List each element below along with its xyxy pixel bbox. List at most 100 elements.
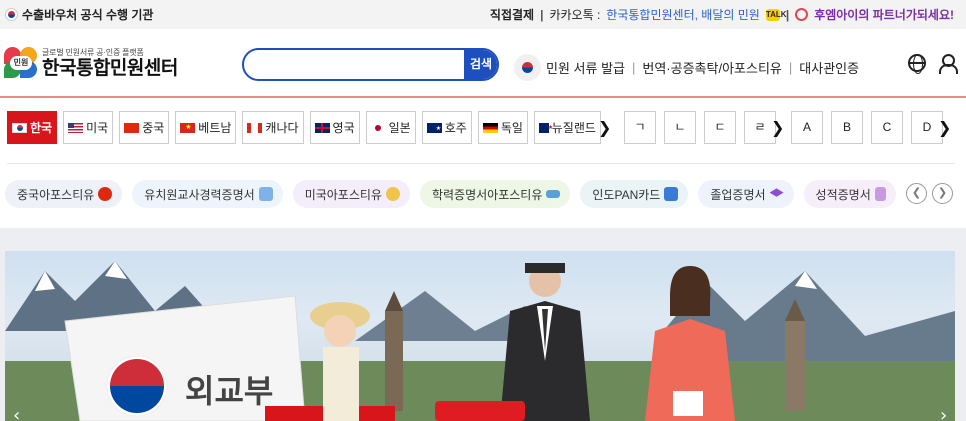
germany-flag-icon (482, 122, 498, 133)
country-label: 영국 (332, 121, 355, 135)
site-logo[interactable]: 민원 글로벌 민원서류 공·인증 플랫폼 한국통합민원센터 (4, 47, 178, 79)
user-icon[interactable] (938, 54, 958, 74)
alpha-next-arrow-icon[interactable]: ❯ (938, 118, 951, 138)
svg-text:‹: ‹ (13, 405, 20, 421)
header-menu: 민원 서류 발급 | 번역·공증촉탁/아포스티유 | 대사관인증 (514, 54, 859, 81)
chip-kindergarten-career-cert[interactable]: 유치원교사경력증명서 (132, 180, 283, 208)
whoami-search-icon (795, 8, 809, 21)
export-voucher-notice: 수출바우처 공식 수행 기관 (5, 6, 153, 23)
country-next-arrow-icon[interactable]: ❯ (598, 118, 611, 138)
search-button[interactable]: 검색 (464, 50, 497, 79)
chip-graduation-cert[interactable]: 졸업증명서 (698, 180, 794, 208)
graduation-cap-icon (769, 188, 784, 197)
banner-illustration: ‹ › (5, 261, 955, 421)
top-notice-bar: 수출바우처 공식 수행 기관 직접결제 | 카카오톡 : 한국통합민원센터, 배… (0, 0, 966, 29)
chips-prev-button[interactable]: ❮ (906, 183, 927, 204)
chips-next-button[interactable]: ❯ (932, 183, 953, 204)
country-label: 호주 (444, 121, 467, 135)
index-hangul-n[interactable]: ㄴ (664, 111, 696, 144)
country-tab-germany[interactable]: 독일 (477, 111, 528, 144)
country-label: 독일 (500, 121, 523, 135)
country-label: 캐나다 (265, 121, 299, 135)
japan-flag-icon (370, 122, 386, 133)
country-tab-canada[interactable]: 캐나다 (242, 111, 304, 144)
chip-transcript[interactable]: 성적증명서 (803, 180, 896, 208)
index-alpha-c[interactable]: C (871, 111, 903, 144)
kakao-link[interactable]: 한국통합민원센터, 배달의 민원 (606, 6, 760, 23)
country-tab-australia[interactable]: ★ 호주 (421, 111, 472, 144)
chip-diploma-apostille[interactable]: 학력증명서아포스티유 (419, 180, 571, 208)
chip-label: 중국아포스티유 (17, 187, 95, 202)
export-voucher-text: 수출바우처 공식 수행 기관 (22, 8, 154, 22)
logo-flower-icon: 민원 (4, 47, 38, 79)
vietnam-flag-icon: ★ (180, 122, 196, 133)
search-box: 검색 (242, 48, 499, 81)
svg-text:›: › (940, 405, 947, 421)
newzealand-flag-icon: ★ (538, 122, 553, 133)
menu-translation-apostille[interactable]: 번역·공증촉탁/아포스티유 (642, 58, 782, 77)
china-flag-icon (98, 187, 113, 201)
kakaotalk-icon[interactable]: TALK (765, 8, 787, 21)
direct-pay-link[interactable]: 직접결제 (490, 6, 534, 23)
country-label: 뉴질랜드 (551, 121, 596, 135)
divider: | (540, 7, 544, 22)
kakao-label: 카카오톡 : (549, 8, 601, 22)
chip-india-pan-card[interactable]: 인도PAN카드 (580, 180, 689, 208)
ship-icon (546, 190, 561, 198)
country-label: 한국 (30, 121, 53, 135)
chip-label: 학력증명서아포스티유 (431, 187, 543, 202)
hangul-next-arrow-icon[interactable]: ❯ (771, 118, 784, 138)
divider (7, 163, 955, 164)
logo-tagline: 글로벌 민원서류 공·인증 플랫폼 (42, 48, 144, 57)
menu-civil-docs[interactable]: 민원 서류 발급 (546, 58, 625, 77)
partner-link[interactable]: 후엠아이의 파트너가되세요! (814, 6, 954, 23)
korea-flag-icon (12, 122, 27, 133)
index-hangul-g[interactable]: ㄱ (624, 111, 656, 144)
usa-flag-icon (68, 122, 84, 133)
banner-seal-text: 외교부 (185, 373, 274, 409)
chip-label: 성적증명서 (815, 187, 871, 202)
main-banner[interactable]: ‹ › 외교부 (5, 251, 955, 421)
korea-flag-icon (5, 8, 18, 21)
country-tab-japan[interactable]: 일본 (365, 111, 416, 144)
chip-label: 졸업증명서 (710, 187, 766, 202)
index-alpha-b[interactable]: B (831, 111, 863, 144)
popular-doc-chips: 중국아포스티유 유치원교사경력증명서 미국아포스티유 학력증명서아포스티유 인도… (5, 180, 896, 208)
chip-us-apostille[interactable]: 미국아포스티유 (292, 180, 410, 208)
country-label: 일본 (388, 121, 411, 135)
logo-badge: 민원 (10, 56, 32, 70)
country-tab-uk[interactable]: 영국 (309, 111, 360, 144)
country-tab-china[interactable]: 중국 (119, 111, 170, 144)
chip-label: 미국아포스티유 (304, 187, 382, 202)
country-label: 미국 (86, 121, 109, 135)
chip-label: 인도PAN카드 (592, 187, 661, 202)
logo-title: 한국통합민원센터 (42, 58, 178, 79)
korea-flag-icon (514, 54, 541, 81)
country-tab-usa[interactable]: 미국 (63, 111, 114, 144)
card-icon (664, 187, 679, 201)
country-tab-newzealand[interactable]: ★ 뉴질랜드 (533, 111, 601, 144)
china-flag-icon (124, 122, 140, 133)
search-input[interactable] (254, 55, 459, 75)
country-tabs: 한국 미국 중국 ★ 베트남 캐나다 영국 일본 ★ 호주 독일 ★ 뉴질랜드 (7, 111, 601, 144)
top-links: 직접결제 | 카카오톡 : 한국통합민원센터, 배달의 민원 TALK | 후엠… (490, 6, 954, 23)
medal-icon (385, 187, 400, 201)
globe-icon[interactable] (908, 54, 926, 74)
alpha-index: A B C D (791, 111, 943, 144)
document-icon (874, 187, 886, 201)
chip-label: 유치원교사경력증명서 (144, 187, 255, 202)
country-tab-korea[interactable]: 한국 (7, 111, 58, 144)
index-alpha-a[interactable]: A (791, 111, 823, 144)
country-label: 중국 (142, 121, 165, 135)
id-card-icon (258, 187, 273, 201)
country-label: 베트남 (198, 121, 232, 135)
divider: | (785, 7, 790, 22)
canada-flag-icon (247, 122, 263, 133)
chip-china-apostille[interactable]: 중국아포스티유 (5, 180, 123, 208)
index-hangul-d[interactable]: ㄷ (704, 111, 736, 144)
australia-flag-icon: ★ (426, 122, 442, 133)
uk-flag-icon (314, 122, 330, 133)
site-header: 민원 글로벌 민원서류 공·인증 플랫폼 한국통합민원센터 검색 민원 서류 발… (0, 29, 966, 98)
menu-embassy-cert[interactable]: 대사관인증 (799, 58, 859, 77)
country-tab-vietnam[interactable]: ★ 베트남 (175, 111, 237, 144)
